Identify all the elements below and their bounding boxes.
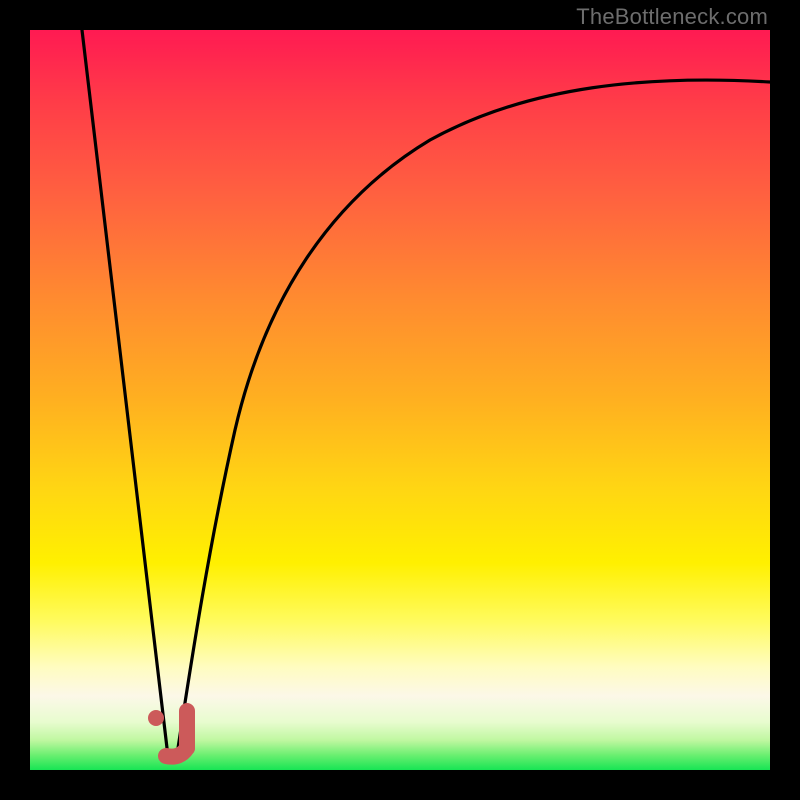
- j-marker: [166, 711, 187, 757]
- plot-area: [30, 30, 770, 770]
- attribution-label: TheBottleneck.com: [576, 4, 768, 30]
- curves-svg: [30, 30, 770, 770]
- marker-dot: [148, 710, 164, 726]
- outer-frame: TheBottleneck.com: [0, 0, 800, 800]
- left-line: [82, 30, 167, 748]
- right-curve: [178, 80, 770, 748]
